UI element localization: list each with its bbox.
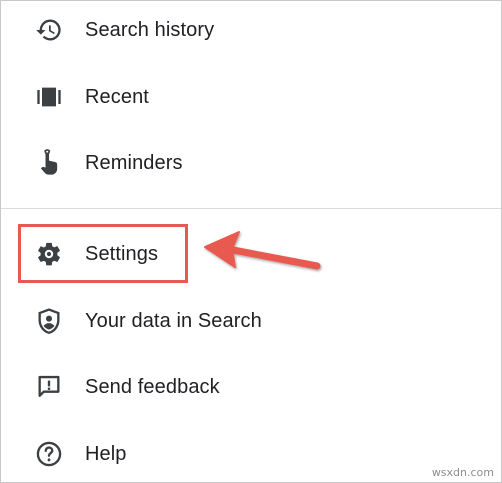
- menu-item-reminders[interactable]: Reminders: [1, 135, 501, 191]
- menu-item-label: Send feedback: [85, 375, 220, 398]
- watermark: wsxdn.com: [431, 466, 494, 479]
- shield-account-icon: [34, 306, 64, 336]
- menu-item-label: Search history: [85, 18, 215, 41]
- menu-item-help[interactable]: Help: [1, 426, 501, 482]
- menu-divider: [1, 208, 501, 209]
- gear-icon: [34, 239, 64, 269]
- menu-item-label: Recent: [85, 85, 149, 108]
- menu-item-settings[interactable]: Settings: [1, 226, 501, 282]
- menu-item-label: Your data in Search: [85, 309, 262, 332]
- menu-item-label: Reminders: [85, 151, 183, 174]
- menu-item-recent[interactable]: Recent: [1, 69, 501, 125]
- reminders-icon: [34, 148, 64, 178]
- recent-icon: [34, 82, 64, 112]
- feedback-icon: [34, 372, 64, 402]
- menu-item-your-data[interactable]: Your data in Search: [1, 293, 501, 349]
- menu-item-label: Settings: [85, 242, 159, 265]
- menu-item-label: Help: [85, 442, 127, 465]
- menu-item-send-feedback[interactable]: Send feedback: [1, 359, 501, 415]
- menu-panel: Search history Recent Reminders Settings: [0, 0, 502, 483]
- menu-item-search-history[interactable]: Search history: [1, 2, 501, 58]
- history-icon: [34, 15, 64, 45]
- help-icon: [34, 439, 64, 469]
